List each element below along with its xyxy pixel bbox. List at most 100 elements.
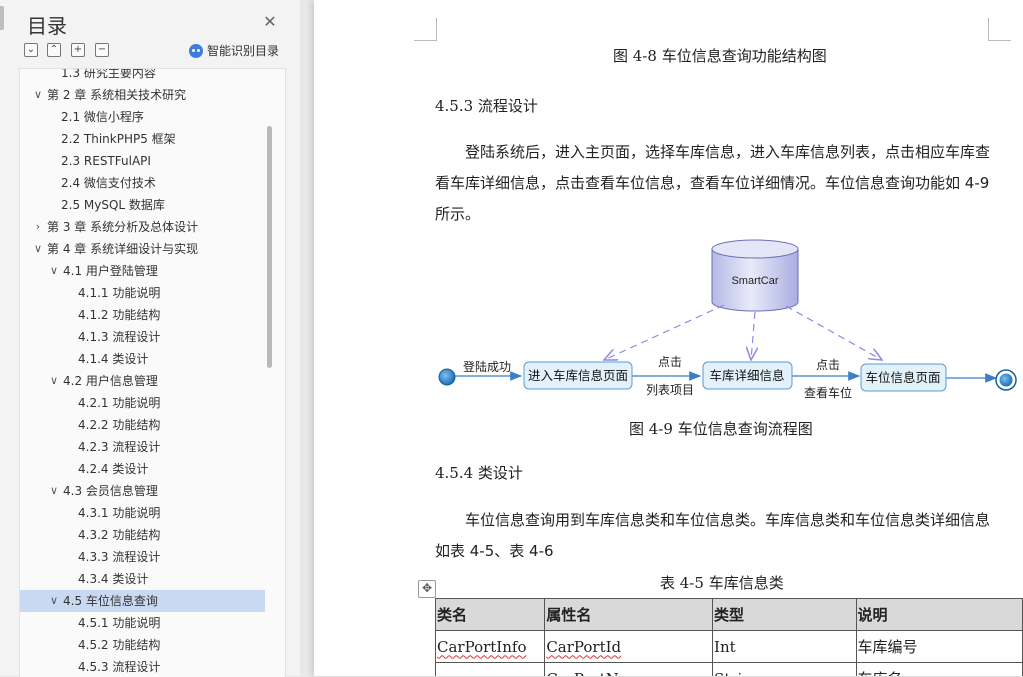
end-node-core [999,373,1013,387]
collapse-all-icon[interactable]: ⌄ [24,43,38,57]
flow-diagram: SmartCar 进入车库信息页面 车库详细信息 车位信息页面 登陆成功 点击 … [438,239,1017,400]
toc-item-label: 4.2.3 流程设计 [78,440,161,454]
node-parking-page: 车位信息页面 [860,363,947,392]
toc-item-label: 4.2.2 功能结构 [78,418,161,432]
node-garage-detail: 车库详细信息 [702,361,793,390]
smart-toc-button[interactable]: 智能识别目录 [189,42,279,59]
toc-item-label: 2.4 微信支付技术 [61,176,156,190]
toc-item-label: 4.3 会员信息管理 [63,484,158,498]
toc-item-label: 4.1 用户登陆管理 [63,264,158,278]
toc-list: 1.3 研究主要内容 ∨ 第 2 章 系统相关技术研究 2.1 微信小程序 2.2 Th… [20,69,285,677]
toc-panel: 1.3 研究主要内容 ∨ 第 2 章 系统相关技术研究 2.1 微信小程序 2.2 Th… [19,68,286,677]
toc-item-label: 第 3 章 系统分析及总体设计 [47,220,199,234]
add-heading-icon[interactable]: + [71,43,85,57]
toc-item[interactable]: ∨ 第 2 章 系统相关技术研究 [20,84,285,106]
toc-item[interactable]: 4.2.2 功能结构 [20,414,285,436]
table-row: CarPortName String 车库名 [434,662,1023,676]
chevron-down-icon[interactable]: ∨ [47,370,61,392]
toc-item[interactable]: 2.3 RESTFulAPI [20,150,285,172]
chevron-down-icon[interactable]: ∨ [47,260,61,282]
node-label: 车库详细信息 [709,368,784,383]
toc-item[interactable]: 4.3.2 功能结构 [20,524,285,546]
toc-item[interactable]: ∨ 4.3 会员信息管理 [20,480,285,502]
document-area: 图 4-8 车位信息查询功能结构图 4.5.3 流程设计 登陆系统后，进入主页面… [300,0,1023,676]
db-link-middle [751,311,755,360]
toc-item[interactable]: 4.2.4 类设计 [20,458,285,480]
edge-label-view-parking: 查看车位 [804,385,852,400]
table-header-cell: 属性名 [544,598,714,631]
sidebar-edge-handle[interactable] [0,6,4,30]
toc-item-label: 4.3.1 功能说明 [78,506,161,520]
remove-heading-icon[interactable]: − [95,43,109,57]
table-4-5-caption: 表 4-5 车库信息类 [660,574,784,592]
toc-item[interactable]: 2.4 微信支付技术 [20,172,285,194]
toc-item[interactable]: 4.5.3 流程设计 [20,656,285,677]
toc-item[interactable]: 4.2.3 流程设计 [20,436,285,458]
toc-item-label: 4.1.3 流程设计 [78,330,161,344]
toc-item[interactable]: ∨ 4.2 用户信息管理 [20,370,285,392]
toc-item[interactable]: 4.5.2 功能结构 [20,634,285,656]
edge-label-click-1: 点击 [658,355,682,369]
toc-item-label: 4.1.4 类设计 [78,352,149,366]
table-header-cell: 说明 [855,598,1023,631]
chevron-down-icon[interactable]: ∨ [31,84,45,106]
toc-item[interactable]: 4.5.1 功能说明 [20,612,285,634]
table-cell: 车库名 [855,662,1023,676]
db-link-right [785,305,882,360]
toc-item[interactable]: 4.1.4 类设计 [20,348,285,370]
toc-item[interactable]: 2.1 微信小程序 [20,106,285,128]
table-cell [434,662,546,676]
document-page: 图 4-8 车位信息查询功能结构图 4.5.3 流程设计 登陆系统后，进入主页面… [314,0,1023,676]
toc-item[interactable]: 4.2.1 功能说明 [20,392,285,414]
table-header-cell: 类名 [434,598,546,631]
toc-item-label: 第 2 章 系统相关技术研究 [47,88,187,102]
node-label: 车位信息页面 [865,370,940,385]
toc-item[interactable]: 4.3.3 流程设计 [20,546,285,568]
toc-item[interactable]: 2.2 ThinkPHP5 框架 [20,128,285,150]
toc-item-label: 4.5.1 功能说明 [78,616,161,630]
table-row: CarPortInfo CarPortId Int 车库编号 [434,630,1023,663]
edge-label-list-item: 列表项目 [646,383,694,397]
toc-item-label: 4.1.1 功能说明 [78,286,161,300]
toc-item-label: 4.3.3 流程设计 [78,550,161,564]
close-icon[interactable]: ✕ [262,14,278,30]
toc-item[interactable]: ∨ 4.1 用户登陆管理 [20,260,285,282]
table-move-handle-icon[interactable]: ✥ [418,580,436,598]
database-cylinder: SmartCar [711,239,799,312]
edge-label-login-success: 登陆成功 [463,359,511,374]
toc-item-label: 4.5.3 流程设计 [78,660,161,674]
table-cell: CarPortName [544,662,714,676]
toc-item-label: 第 4 章 系统详细设计与实现 [47,242,199,256]
table-cell: Int [712,630,857,663]
toc-item[interactable]: ∨ 第 4 章 系统详细设计与实现 [20,238,285,260]
toc-item[interactable]: 4.1.1 功能说明 [20,282,285,304]
chevron-down-icon[interactable]: ∨ [47,590,61,612]
chevron-down-icon[interactable]: ∨ [31,238,45,260]
toc-item[interactable]: 1.3 研究主要内容 [20,69,285,84]
db-link-left [604,304,725,360]
toc-item-label: 4.3.4 类设计 [78,572,149,586]
toc-item-label: 4.3.2 功能结构 [78,528,161,542]
toc-scrollbar[interactable] [267,126,272,368]
node-garage-list-page: 进入车库信息页面 [523,361,633,390]
toc-item[interactable]: 2.5 MySQL 数据库 [20,194,285,216]
toc-item-label: 4.2.1 功能说明 [78,396,161,410]
chevron-down-icon[interactable]: ∨ [47,480,61,502]
toc-item[interactable]: 4.1.3 流程设计 [20,326,285,348]
toc-item-label: 4.5.2 功能结构 [78,638,161,652]
chevron-right-icon[interactable]: › [31,216,45,238]
edge-label-click-2: 点击 [816,358,840,372]
toc-item-label: 4.1.2 功能结构 [78,308,161,322]
toc-item[interactable]: 4.1.2 功能结构 [20,304,285,326]
table-cell-text: CarPortId [546,637,622,656]
expand-up-icon[interactable]: ⌃ [47,43,61,57]
toc-item[interactable]: 4.3.1 功能说明 [20,502,285,524]
toc-item-label: 2.3 RESTFulAPI [61,154,151,168]
paragraph-class-design: 车位信息查询用到车库信息类和车位信息类。车库信息类和车位信息类详细信息如表 4-… [435,511,991,560]
toc-item[interactable]: 4.3.4 类设计 [20,568,285,590]
table-cell-text: CarPortInfo [437,637,527,656]
section-heading-4-5-4: 4.5.4 类设计 [435,464,523,482]
toc-item[interactable]: ∨ 4.5 车位信息查询 [20,590,265,612]
toc-item-label: 4.2 用户信息管理 [63,374,158,388]
toc-item[interactable]: › 第 3 章 系统分析及总体设计 [20,216,285,238]
